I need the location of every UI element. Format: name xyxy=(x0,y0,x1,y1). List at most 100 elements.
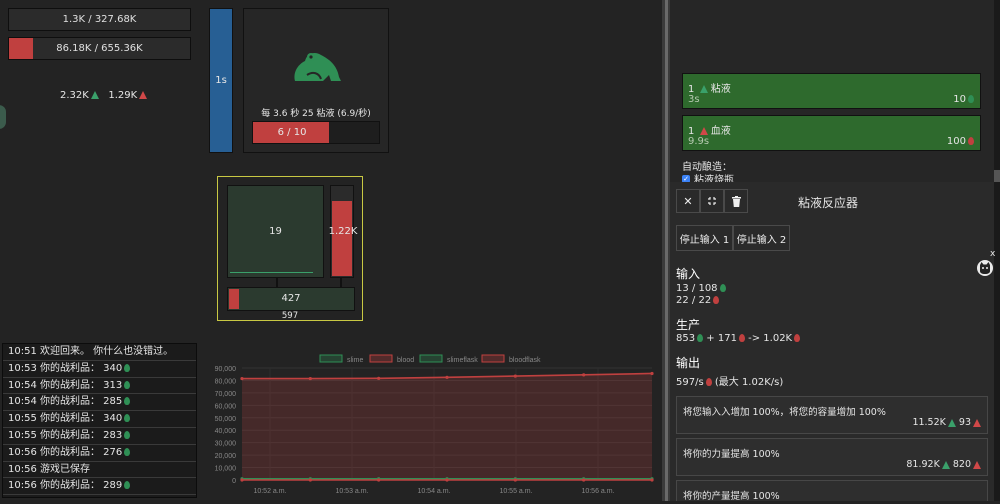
x-tick-label: 10:54 a.m. xyxy=(417,488,450,495)
slime-drop-icon xyxy=(968,95,974,103)
cat-icon xyxy=(977,260,993,276)
frog-card[interactable]: 每 3.6 秒 25 粘液 (6.9/秒) 6 / 10 xyxy=(243,8,389,153)
series-point-blood xyxy=(650,372,653,375)
production-formula: 853 + 171 -> 1.02K xyxy=(676,333,800,344)
input-heading: 输入 xyxy=(676,265,700,282)
green-flask-icon xyxy=(942,461,950,469)
recipe-slime[interactable]: 1 粘液 3s 10 xyxy=(682,73,981,109)
timer-label: 1s xyxy=(215,75,227,86)
reactor-output-tank: 427 xyxy=(227,287,355,311)
recipe-blood-cost: 100 xyxy=(947,136,974,147)
delete-button[interactable] xyxy=(724,189,748,213)
log-line: 10:55 你的战利品： 283 xyxy=(3,428,196,445)
chart-svg: slimebloodslimeflaskbloodflask010,00020,… xyxy=(200,343,662,501)
red-flask-icon xyxy=(973,419,981,427)
cat-avatar[interactable] xyxy=(977,260,993,276)
green-flask-icon xyxy=(700,85,708,93)
series-point-bloodflask xyxy=(514,478,517,481)
upgrade-cost: 81.92K 820 xyxy=(906,459,981,470)
y-tick-label: 40,000 xyxy=(215,428,237,435)
legend-label: blood xyxy=(397,357,414,364)
x-tick-label: 10:56 a.m. xyxy=(581,488,614,495)
recipe-blood[interactable]: 1 血液 9.9s 100 xyxy=(682,115,981,151)
slime-capacity-bar: 1.3K / 327.68K xyxy=(8,8,191,31)
input-blood: 22 / 22 xyxy=(676,295,719,306)
production-heading: 生产 xyxy=(676,316,700,333)
legend-swatch xyxy=(320,355,342,362)
y-tick-label: 70,000 xyxy=(215,391,237,398)
recipe-blood-title: 1 血液 xyxy=(688,122,731,137)
panel-title: 粘液反应器 xyxy=(798,194,858,211)
y-tick-label: 80,000 xyxy=(215,378,237,385)
float-close-button[interactable]: x xyxy=(990,249,995,259)
blood-drop-icon xyxy=(706,378,712,386)
close-button[interactable]: ✕ xyxy=(676,189,700,213)
slime-drop-icon xyxy=(124,381,130,389)
upgrade-text: 将你的力量提高 100% xyxy=(683,446,780,460)
log-line: 10:56 你的战利品： 289 xyxy=(3,478,196,495)
y-tick-label: 60,000 xyxy=(215,403,237,410)
log-line: 10:51 欢迎回来。 你什么也没错过。 xyxy=(3,344,196,361)
y-tick-label: 50,000 xyxy=(215,416,237,423)
blood-capacity-bar: 86.18K / 655.36K xyxy=(8,37,191,60)
upgrade-item[interactable]: 将您输入入增加 100%，将您的容量增加 100% 11.52K 93 xyxy=(676,396,988,434)
slime-drop-icon xyxy=(124,364,130,372)
reactor-left-tank: 19 xyxy=(227,185,324,278)
reactor-output-value: 427 xyxy=(228,293,354,304)
close-icon: ✕ xyxy=(683,195,692,208)
slime-drop-icon xyxy=(697,334,703,342)
resource-chart: slimebloodslimeflaskbloodflask010,00020,… xyxy=(200,343,662,501)
red-flask-icon xyxy=(700,127,708,135)
blood-capacity-text: 86.18K / 655.36K xyxy=(56,43,142,54)
recipe-slime-title: 1 粘液 xyxy=(688,80,731,95)
bloodflask-count: 1.29K xyxy=(108,90,137,101)
log-line: 10:55 你的战利品： 340 xyxy=(3,411,196,428)
legend-label: slime xyxy=(347,357,363,364)
slime-drop-icon xyxy=(124,481,130,489)
divider-handle[interactable] xyxy=(665,0,668,501)
legend-label: slimeflask xyxy=(447,357,478,364)
x-tick-label: 10:52 a.m. xyxy=(253,488,286,495)
legend-swatch xyxy=(370,355,392,362)
frog-rate: 每 3.6 秒 25 粘液 (6.9/秒) xyxy=(244,106,388,119)
legend-label: bloodflask xyxy=(509,357,541,364)
blood-drop-icon xyxy=(968,137,974,145)
output-heading: 输出 xyxy=(676,354,700,371)
series-point-blood xyxy=(240,377,243,380)
scrollbar-thumb[interactable] xyxy=(994,170,1000,182)
upgrade-text: 将您输入入增加 100%，将您的容量增加 100% xyxy=(683,404,886,418)
trash-icon xyxy=(732,196,741,207)
x-tick-label: 10:55 a.m. xyxy=(499,488,532,495)
series-point-blood xyxy=(377,377,380,380)
log-line: 10:54 你的战利品： 313 xyxy=(3,378,196,395)
frog-progress-text: 6 / 10 xyxy=(253,122,331,143)
reactor-output-rate: 597 xyxy=(218,311,362,321)
stop-input-2-button[interactable]: 停止输入 2 xyxy=(733,225,790,251)
green-flask-icon xyxy=(948,419,956,427)
collapse-button[interactable] xyxy=(700,189,724,213)
input-slime: 13 / 108 xyxy=(676,283,726,294)
y-tick-label: 20,000 xyxy=(215,453,237,460)
upgrade-item[interactable]: 将你的力量提高 100% 81.92K 820 xyxy=(676,438,988,476)
x-tick-label: 10:53 a.m. xyxy=(335,488,368,495)
series-point-blood xyxy=(582,373,585,376)
recipe-slime-time: 3s xyxy=(688,94,700,105)
reactor-widget[interactable]: 19 1.22K 427 597 xyxy=(217,176,363,321)
recipe-slime-cost: 10 xyxy=(953,94,974,105)
series-point-blood xyxy=(309,377,312,380)
side-tab-handle[interactable] xyxy=(0,105,6,129)
timer-bar: 1s xyxy=(209,8,233,153)
green-flask-icon xyxy=(91,91,99,99)
reactor-left-level xyxy=(230,272,313,273)
reactor-right-value: 1.22K xyxy=(327,226,359,237)
series-point-bloodflask xyxy=(582,478,585,481)
slime-capacity-text: 1.3K / 327.68K xyxy=(63,14,137,25)
blood-drop-icon xyxy=(739,334,745,342)
flask-counts: 2.32K 1.29K xyxy=(60,90,147,101)
slime-drop-icon xyxy=(720,284,726,292)
series-area-blood xyxy=(242,373,652,480)
stop-input-1-button[interactable]: 停止输入 1 xyxy=(676,225,733,251)
reactor-right-tank: 1.22K xyxy=(330,185,354,278)
y-tick-label: 30,000 xyxy=(215,441,237,448)
upgrade-item[interactable]: 将你的产量提高 100% xyxy=(676,480,988,501)
